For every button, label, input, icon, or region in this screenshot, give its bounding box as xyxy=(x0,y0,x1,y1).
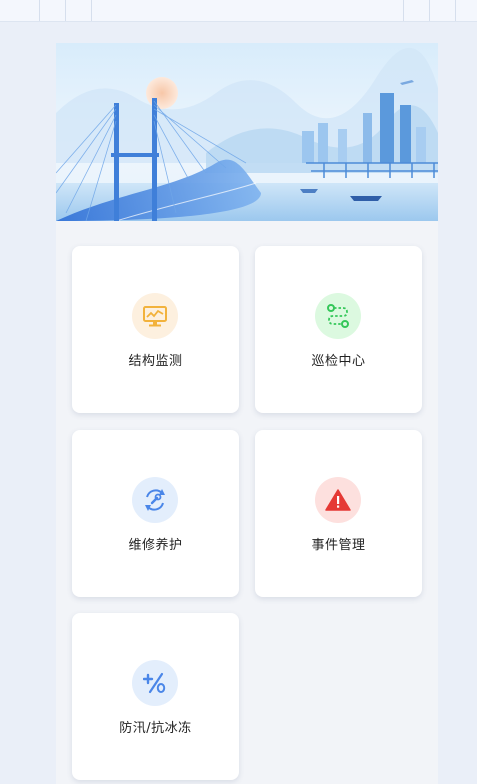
menu-card-label: 防汛/抗冰冻 xyxy=(119,721,192,736)
bridge-banner-image xyxy=(56,43,438,221)
monitor-chart-icon xyxy=(132,293,178,339)
menu-card-label: 事件管理 xyxy=(311,538,366,553)
wrench-refresh-icon xyxy=(132,477,178,523)
toolbar-divider xyxy=(65,0,66,21)
toolbar-divider xyxy=(429,0,430,21)
toolbar-divider xyxy=(455,0,456,21)
menu-card-events[interactable]: 事件管理 xyxy=(255,430,422,597)
menu-card-label: 维修养护 xyxy=(128,538,183,553)
menu-card-structure[interactable]: 结构监测 xyxy=(72,246,239,413)
toolbar-divider xyxy=(403,0,404,21)
menu-card-label: 巡检中心 xyxy=(311,354,366,369)
menu-card-maintenance[interactable]: 维修养护 xyxy=(72,430,239,597)
mobile-preview-panel: 结构监测 巡检中心 维修养护 事件管理 防汛/抗冰冻 xyxy=(56,43,438,784)
toolbar-divider xyxy=(91,0,92,21)
warning-icon xyxy=(315,477,361,523)
menu-card-flood[interactable]: 防汛/抗冰冻 xyxy=(72,613,239,780)
toolbar-divider xyxy=(39,0,40,21)
percent-icon xyxy=(132,660,178,706)
route-icon xyxy=(315,293,361,339)
menu-card-label: 结构监测 xyxy=(128,354,183,369)
menu-card-patrol[interactable]: 巡检中心 xyxy=(255,246,422,413)
top-toolbar xyxy=(0,0,477,22)
